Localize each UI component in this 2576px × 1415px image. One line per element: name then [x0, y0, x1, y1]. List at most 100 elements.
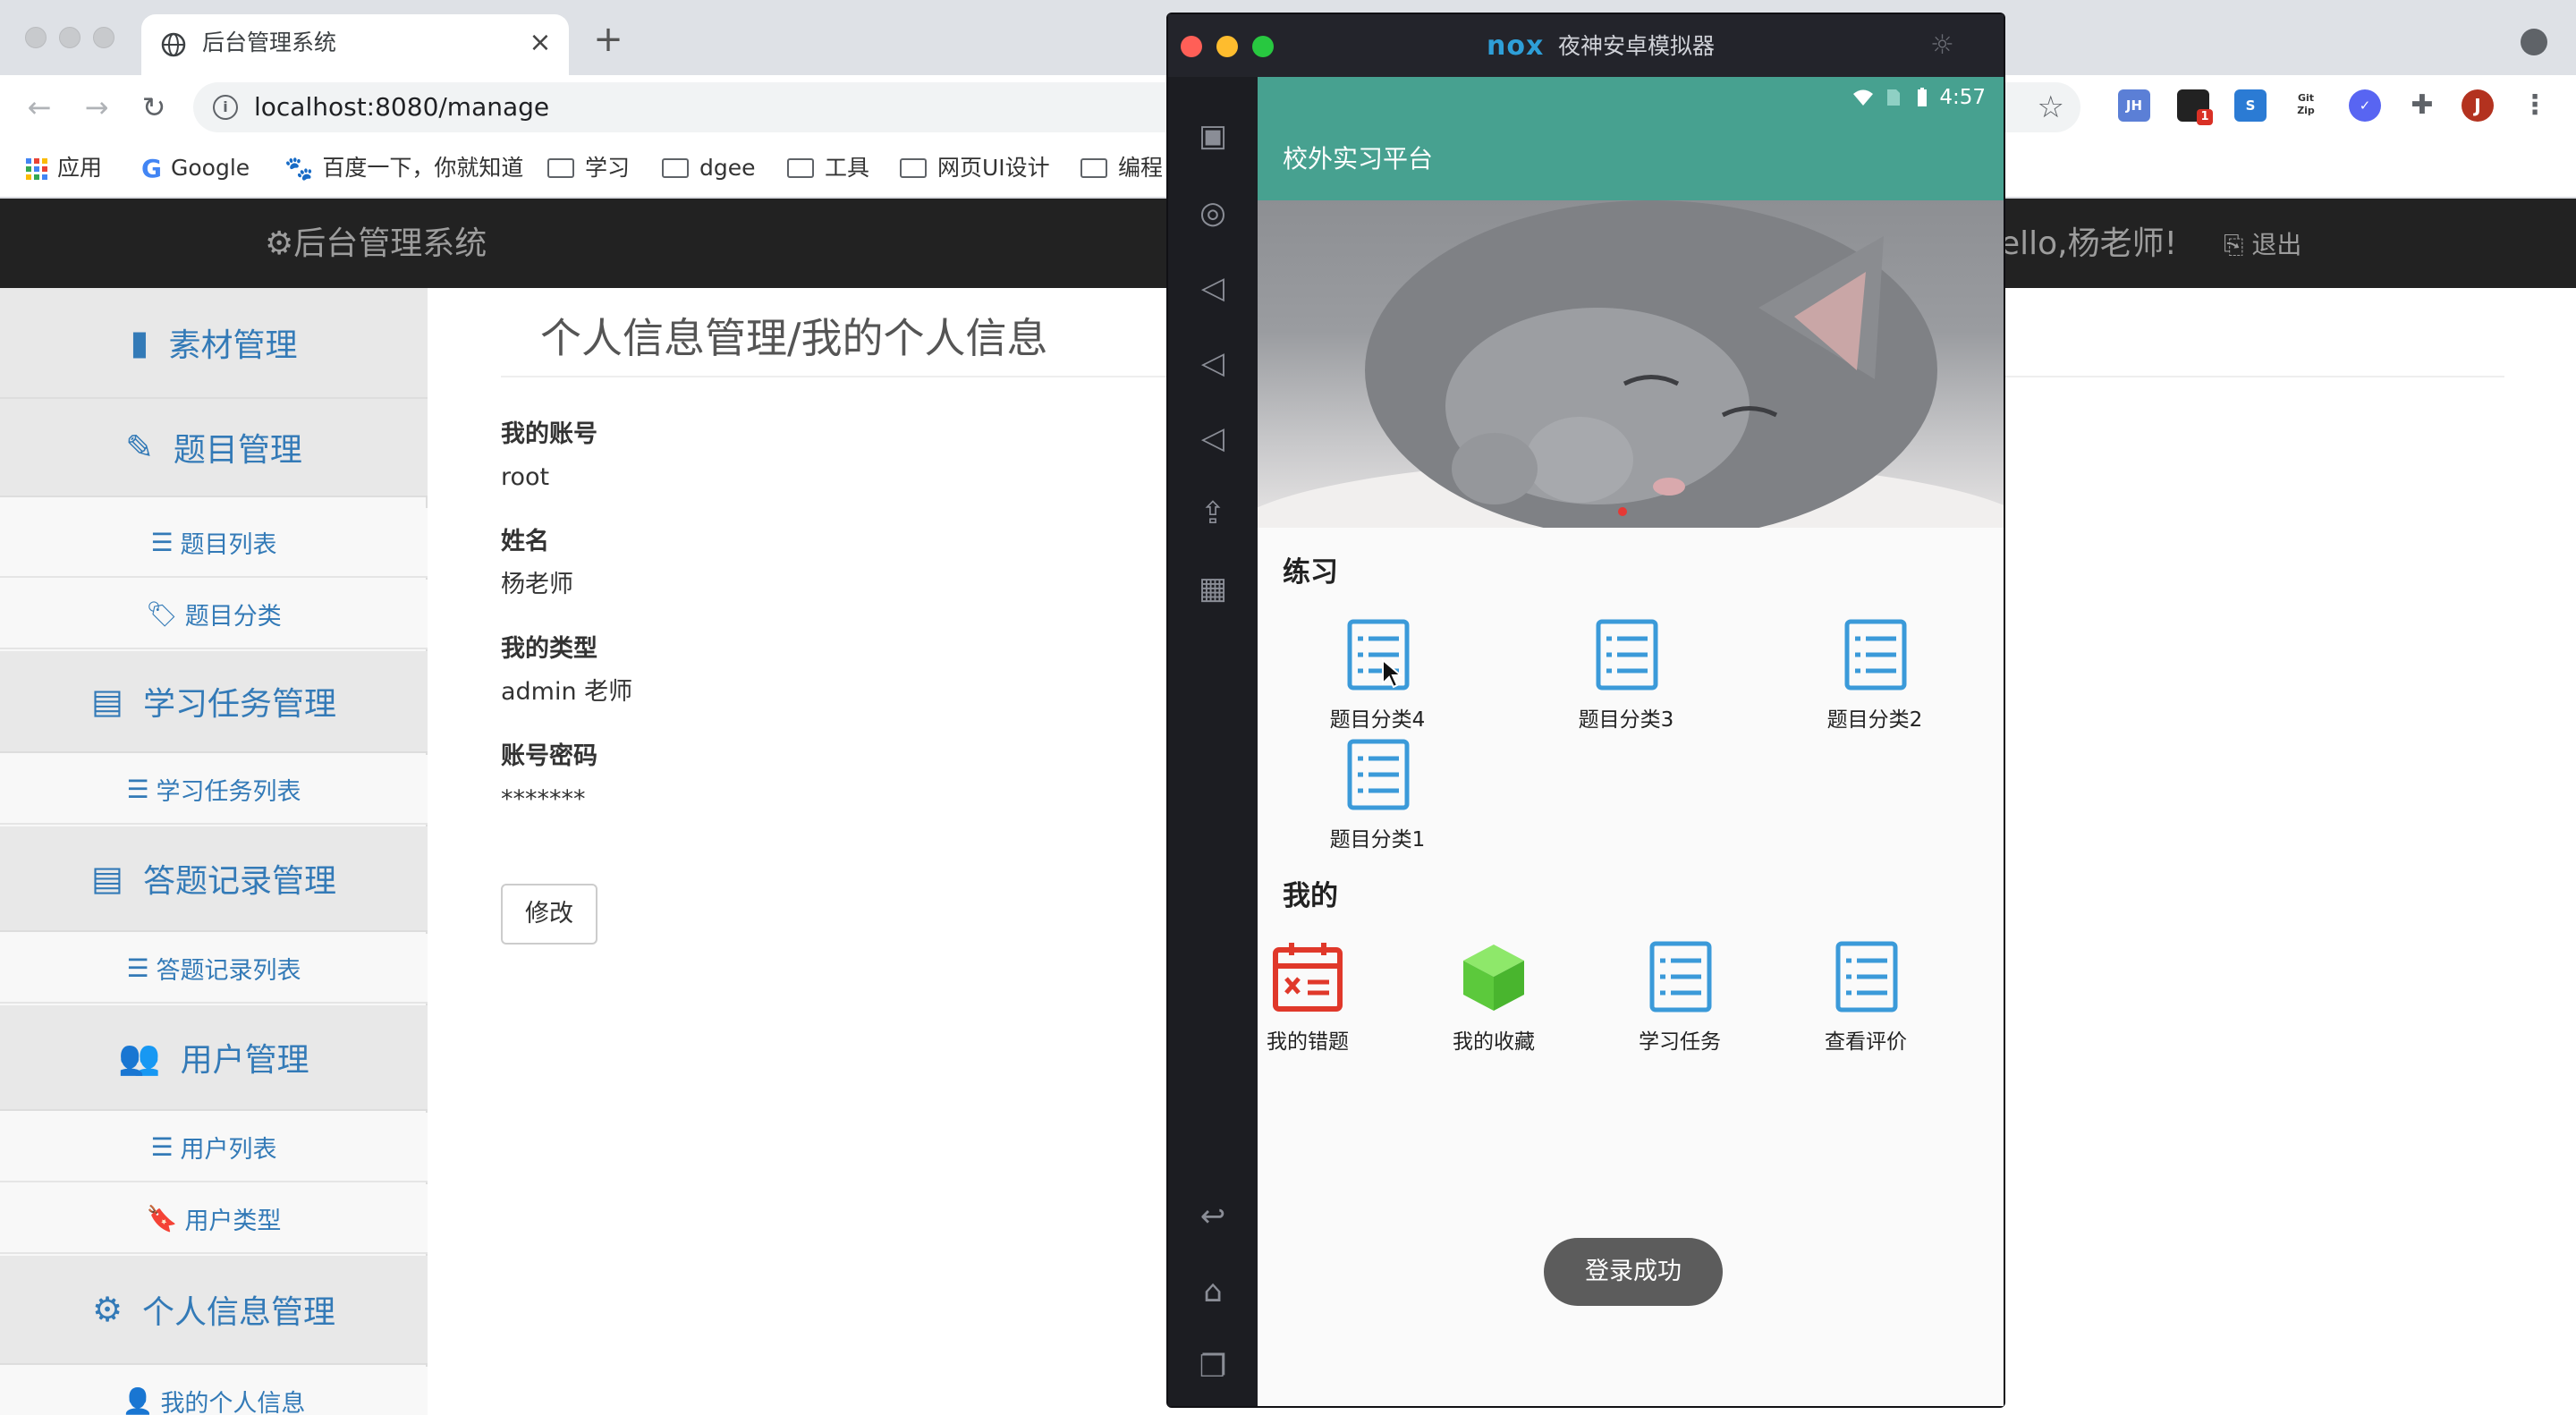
- bookmark-label: 工具: [825, 155, 870, 181]
- emulator-settings-icon[interactable]: ☼: [1930, 30, 1954, 61]
- document-list-icon: [1596, 619, 1658, 691]
- sidebar-item-my-profile[interactable]: 👤 我的个人信息: [0, 1367, 428, 1415]
- bookmark-label: 网页UI设计: [937, 155, 1050, 181]
- practice-category-2[interactable]: 题目分类2: [1794, 619, 1955, 735]
- document-list-icon: [1844, 619, 1907, 691]
- android-screen: 4:57 校外实习平台 练习 题目分类4 题目分类3 题目分类2 题目分类1 我…: [1258, 77, 2004, 1406]
- sidebar-item-question-list[interactable]: ☰ 题目列表: [0, 508, 428, 578]
- emulator-minimize-button[interactable]: [1216, 36, 1238, 57]
- bookmark-icon: 🔖: [146, 1203, 178, 1233]
- jh-extension-icon[interactable]: JH: [2118, 89, 2150, 122]
- login-success-toast: 登录成功: [1544, 1238, 1723, 1306]
- bookmark-folder-programming[interactable]: 编程: [1080, 152, 1163, 184]
- emulator-zoom-button[interactable]: [1252, 36, 1274, 57]
- banner-kitten-image[interactable]: [1258, 200, 2004, 528]
- window-minimize-button[interactable]: [59, 27, 80, 48]
- my-favorites[interactable]: 我的收藏: [1413, 941, 1574, 1057]
- sidebar-item-task-list[interactable]: ☰ 学习任务列表: [0, 755, 428, 825]
- emulator-title: 夜神安卓模拟器: [1558, 33, 1716, 59]
- sidebar-item-label: 题目列表: [180, 530, 277, 559]
- mute-icon[interactable]: ◁: [1191, 417, 1234, 460]
- list-alt-icon: ▤: [91, 682, 123, 721]
- puzzle-extensions-icon[interactable]: ✚: [2406, 89, 2438, 122]
- sidebar-item-label: 用户类型: [184, 1207, 282, 1235]
- account-value: root: [501, 463, 550, 491]
- reload-icon[interactable]: ↻: [136, 89, 172, 125]
- name-label: 姓名: [501, 528, 549, 555]
- new-tab-button[interactable]: +: [590, 21, 626, 59]
- sidebar-section-questions[interactable]: ✎ 题目管理: [0, 399, 428, 497]
- sidebar-item-user-list[interactable]: ☰ 用户列表: [0, 1113, 428, 1182]
- sidebar-item-record-list[interactable]: ☰ 答题记录列表: [0, 934, 428, 1004]
- my-wrong-questions[interactable]: 我的错题: [1258, 941, 1388, 1057]
- admin-brand[interactable]: ⚙后台管理系统: [265, 225, 487, 263]
- bookmark-baidu[interactable]: 🐾 百度一下，你就知道: [284, 152, 523, 184]
- emulator-close-button[interactable]: [1181, 36, 1202, 57]
- address-url[interactable]: localhost:8080/manage: [254, 91, 549, 123]
- nox-logo: nox: [1487, 30, 1545, 62]
- edit-button[interactable]: 修改: [501, 884, 597, 945]
- tab-close-icon[interactable]: ×: [522, 25, 558, 61]
- document-list-icon: [1835, 941, 1898, 1013]
- tab-search-button[interactable]: [2521, 29, 2547, 55]
- list-icon: ☰: [150, 527, 174, 557]
- browser-tab[interactable]: 后台管理系统 ×: [141, 14, 569, 75]
- back-arrow-icon[interactable]: ←: [21, 89, 57, 125]
- apk-install-icon[interactable]: ⇪: [1191, 492, 1234, 535]
- status-time: 4:57: [1939, 86, 1986, 109]
- document-list-icon: [1649, 941, 1712, 1013]
- bookmark-folder-study[interactable]: 学习: [547, 152, 630, 184]
- type-value: admin 老师: [501, 678, 633, 706]
- practice-category-4[interactable]: 题目分类4: [1297, 619, 1458, 735]
- mine-item-label: 我的收藏: [1453, 1030, 1535, 1054]
- location-icon[interactable]: ◎: [1191, 191, 1234, 234]
- bookmark-folder-tools[interactable]: 工具: [787, 152, 869, 184]
- bookmark-apps[interactable]: 应用: [25, 152, 102, 184]
- globe-icon: [161, 32, 186, 57]
- sidebar-section-profile[interactable]: ⚙ 个人信息管理: [0, 1256, 428, 1365]
- sidebar-item-question-category[interactable]: 🏷 题目分类: [0, 580, 428, 649]
- app-bar: 校外实习平台: [1258, 118, 2004, 200]
- logout-icon: ⎘: [2224, 230, 2252, 259]
- bookmark-folder-ui-design[interactable]: 网页UI设计: [900, 152, 1050, 184]
- list-icon: ☰: [150, 1131, 174, 1162]
- bookmark-google[interactable]: G Google: [141, 152, 250, 184]
- tags-icon: 🏷: [146, 598, 178, 629]
- bookmark-star-icon[interactable]: ☆: [2038, 88, 2064, 127]
- bookmark-label: dgee: [699, 155, 756, 181]
- sidebar-section-records[interactable]: ▤ 答题记录管理: [0, 826, 428, 932]
- practice-category-1[interactable]: 题目分类1: [1297, 739, 1458, 855]
- sidebar-section-materials[interactable]: ▮ 素材管理: [0, 288, 428, 399]
- gitzip-extension-icon[interactable]: Git Zip: [2290, 89, 2322, 122]
- mine-item-label: 学习任务: [1639, 1030, 1721, 1054]
- forward-arrow-icon[interactable]: →: [79, 89, 114, 125]
- window-zoom-button[interactable]: [93, 27, 114, 48]
- sidebar-section-users[interactable]: 👥 用户管理: [0, 1005, 428, 1111]
- logout-link[interactable]: ⎘ 退出: [2224, 227, 2301, 263]
- extension-badge-icon[interactable]: 1: [2177, 89, 2213, 125]
- sidebar-item-label: 题目分类: [184, 602, 282, 631]
- volume-up-icon[interactable]: ◁: [1191, 267, 1234, 309]
- robot-icon[interactable]: ▣: [1191, 114, 1234, 157]
- sidebar-item-user-types[interactable]: 🔖 用户类型: [0, 1184, 428, 1254]
- multi-instance-icon[interactable]: ▦: [1191, 567, 1234, 610]
- sidebar-section-tasks[interactable]: ▤ 学习任务管理: [0, 651, 428, 753]
- browser-menu-icon[interactable]: ⋮: [2519, 89, 2551, 122]
- site-info-icon[interactable]: i: [213, 95, 238, 120]
- android-back-icon[interactable]: ↩: [1191, 1195, 1234, 1238]
- android-home-icon[interactable]: ⌂: [1191, 1270, 1234, 1313]
- practice-category-3[interactable]: 题目分类3: [1546, 619, 1707, 735]
- sidebar-item-label: 用户列表: [180, 1135, 277, 1164]
- android-recents-icon[interactable]: ❐: [1191, 1345, 1234, 1388]
- s-extension-icon[interactable]: S: [2234, 89, 2267, 122]
- check-extension-icon[interactable]: ✓: [2349, 89, 2381, 122]
- window-close-button[interactable]: [25, 27, 47, 48]
- profile-avatar[interactable]: J: [2462, 89, 2494, 122]
- bookmark-folder-dgee[interactable]: dgee: [662, 152, 756, 184]
- mine-heading: 我的: [1283, 880, 1338, 912]
- bookmark-label: 学习: [585, 155, 631, 181]
- folder-icon: [662, 158, 689, 178]
- view-evaluations[interactable]: 查看评价: [1785, 941, 1946, 1057]
- my-study-tasks[interactable]: 学习任务: [1599, 941, 1760, 1057]
- volume-down-icon[interactable]: ◁: [1191, 342, 1234, 385]
